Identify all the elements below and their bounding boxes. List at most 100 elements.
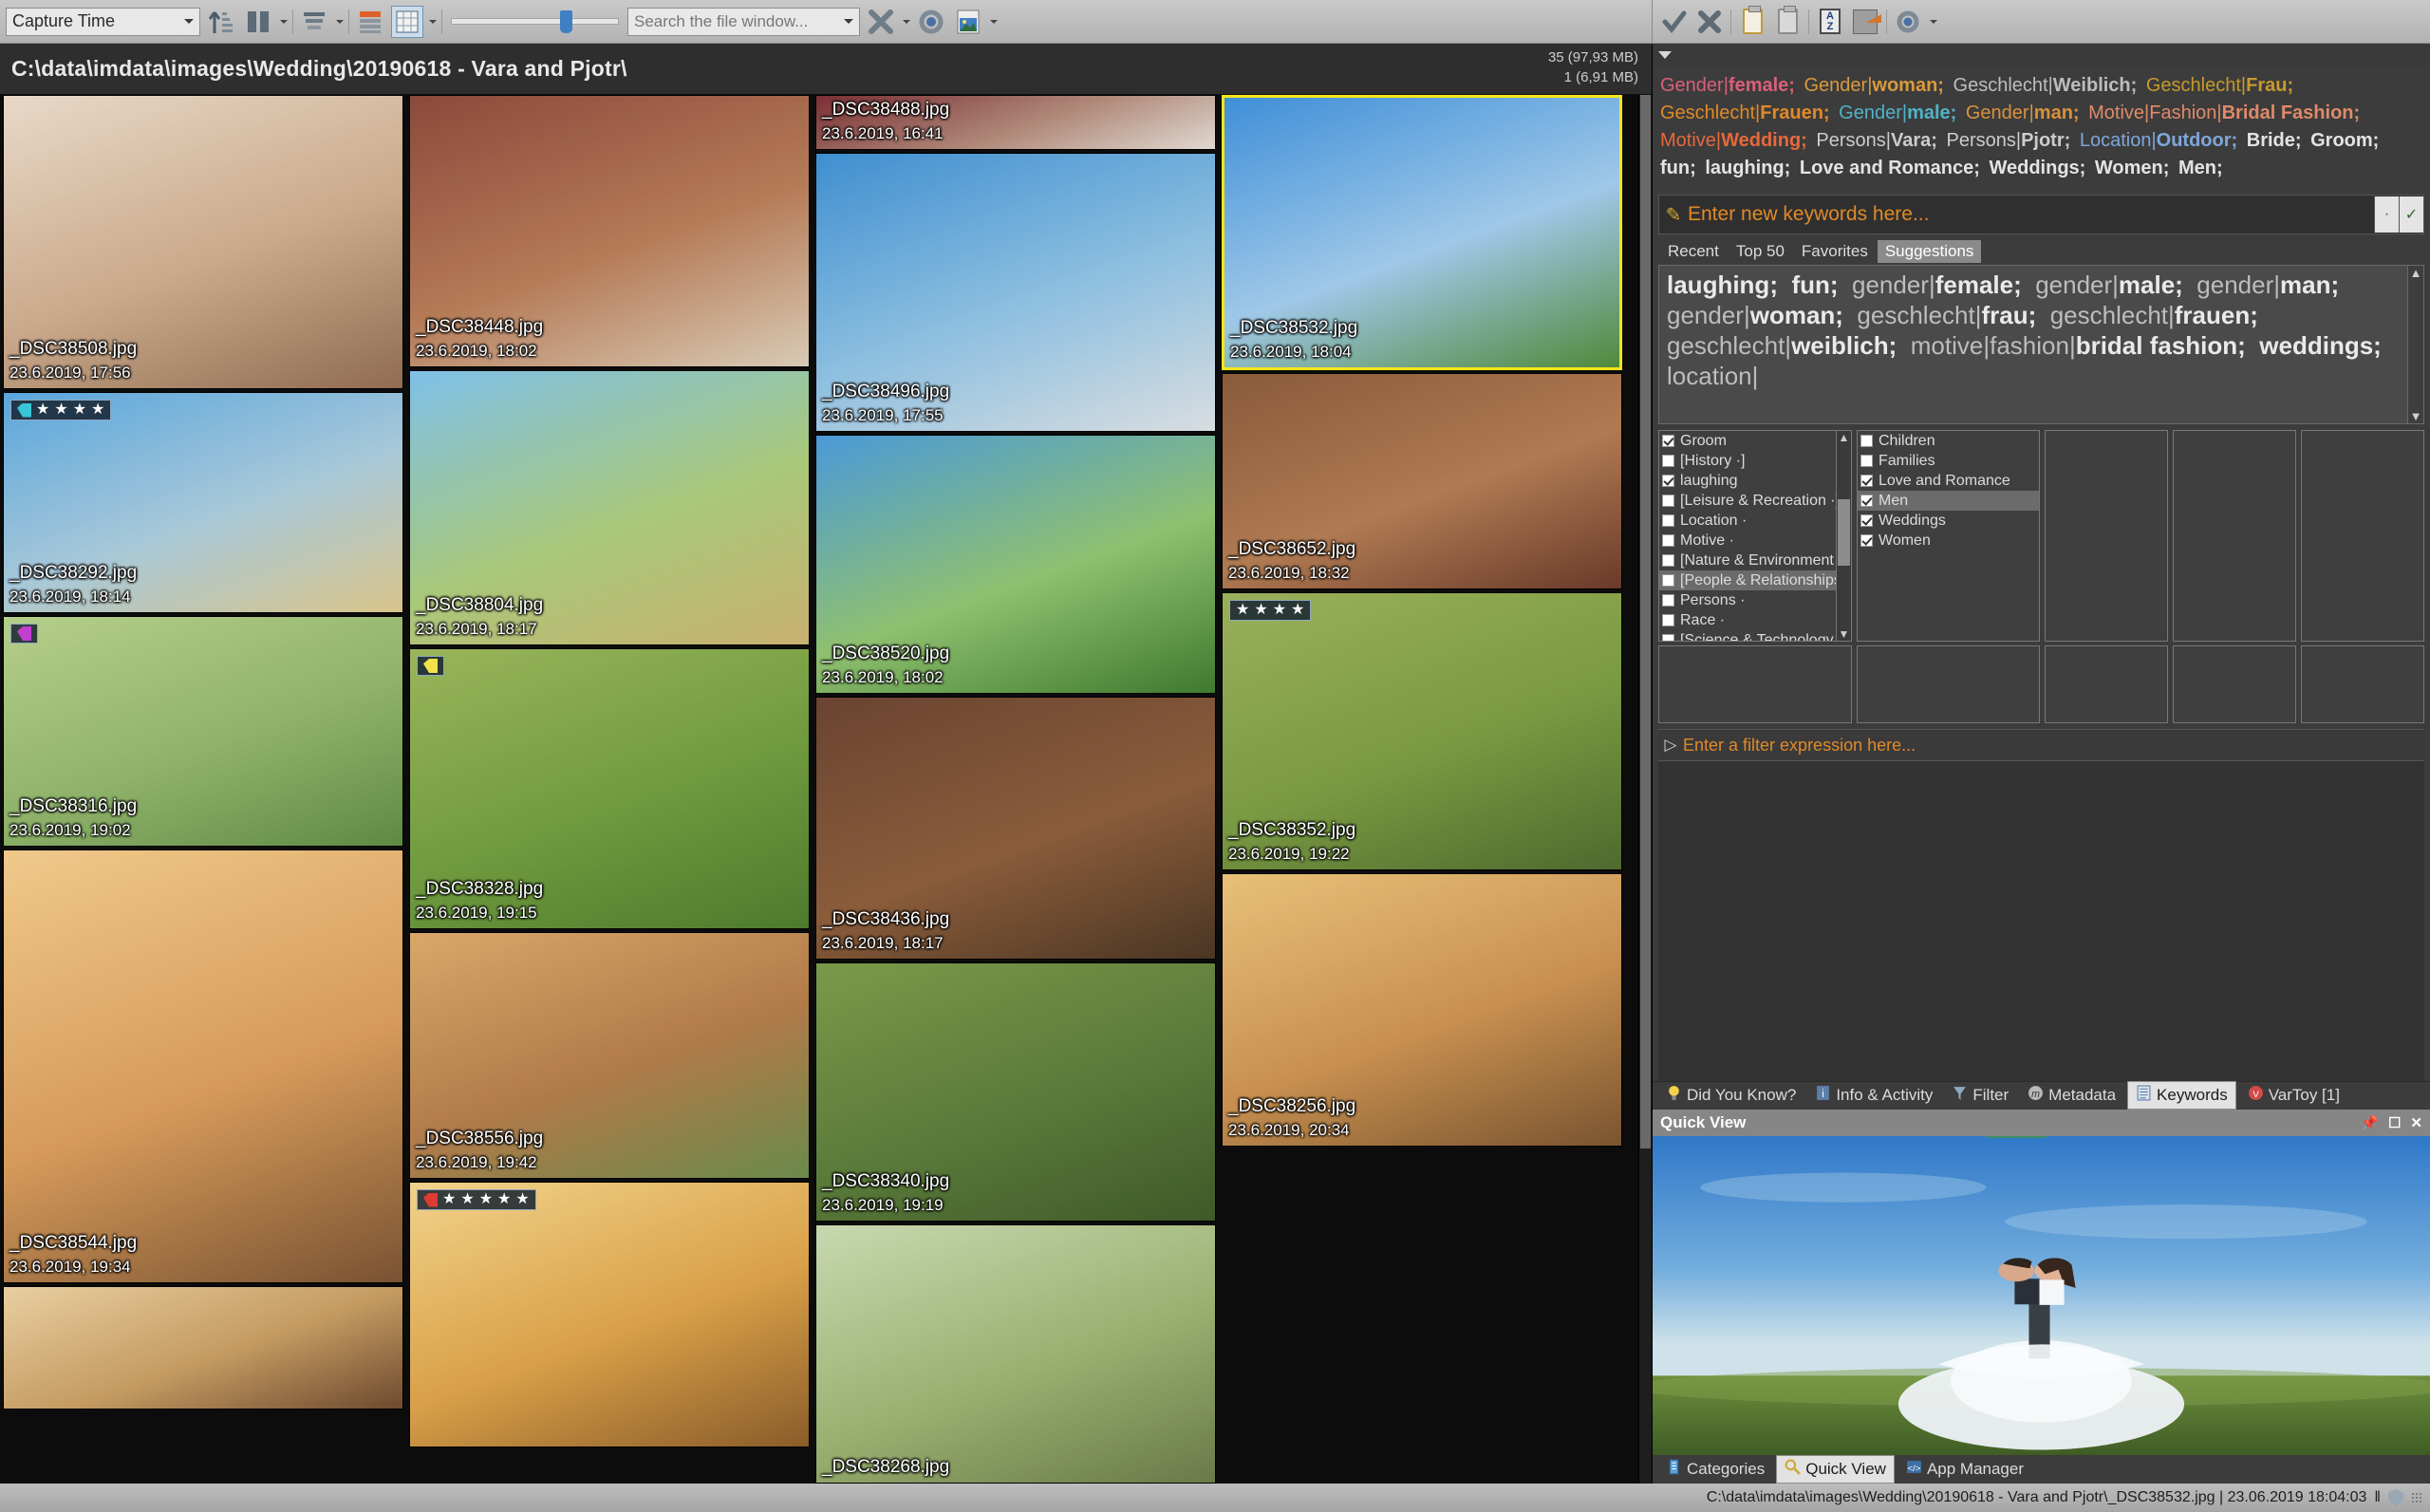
- keyword-tree-row2-column-1[interactable]: [1658, 645, 1852, 723]
- checkbox[interactable]: [1662, 574, 1674, 587]
- checkbox[interactable]: [1662, 455, 1674, 467]
- suggestion-item[interactable]: laughing;: [1667, 271, 1791, 299]
- scroll-down-icon[interactable]: ▼: [2410, 409, 2422, 423]
- keyword-tree-item[interactable]: [Science & Technology ·]: [1659, 630, 1851, 641]
- applied-keyword[interactable]: Men;: [2178, 158, 2223, 178]
- slider-knob[interactable]: [560, 9, 572, 33]
- thumbnail-item[interactable]: _DSC38804.jpg 23.6.2019, 18:17: [409, 370, 810, 645]
- thumbnail-badge[interactable]: [10, 624, 38, 644]
- panel-tab-info-activity[interactable]: i Info & Activity: [1807, 1082, 1940, 1109]
- applied-keyword[interactable]: fun;: [1660, 158, 1696, 178]
- keyword-tree-column-5[interactable]: [2301, 430, 2424, 642]
- thumbnail-item[interactable]: ★ ★ ★ ★ _DSC38292.jpg 23.6.2019, 18:14: [3, 392, 403, 613]
- panel-tab-did-you-know-[interactable]: Did You Know?: [1658, 1082, 1804, 1109]
- thumbnail-badge[interactable]: ★ ★ ★ ★ ★: [417, 1189, 536, 1210]
- rating-star-icon[interactable]: ★: [1236, 603, 1249, 618]
- checkbox[interactable]: [1860, 435, 1873, 447]
- rating-star-icon[interactable]: ★: [515, 1192, 529, 1207]
- grid-scrollbar[interactable]: [1638, 95, 1652, 1484]
- rating-star-icon[interactable]: ★: [460, 1192, 474, 1207]
- thumbnail-badge[interactable]: [417, 656, 444, 676]
- checkmark-icon[interactable]: [1660, 8, 1689, 36]
- rating-star-icon[interactable]: ★: [73, 402, 86, 418]
- panel-tab-filter[interactable]: Filter: [1944, 1082, 2016, 1109]
- keyword-tree-row2-column-2[interactable]: [1857, 645, 2040, 723]
- paste-clipboard-icon[interactable]: [1773, 6, 1802, 36]
- keyword-tab-favorites[interactable]: Favorites: [1794, 240, 1876, 263]
- checkbox[interactable]: [1860, 514, 1873, 527]
- applied-keyword[interactable]: Gender|female;: [1660, 75, 1795, 96]
- keyword-tab-top-50[interactable]: Top 50: [1729, 240, 1792, 263]
- keyword-tree-item[interactable]: Weddings: [1858, 511, 2039, 531]
- bottom-tab-app-manager[interactable]: </> App Manager: [1898, 1456, 2031, 1483]
- applied-keyword[interactable]: Women;: [2095, 158, 2170, 178]
- applied-keyword[interactable]: laughing;: [1705, 158, 1790, 178]
- thumbnail-item[interactable]: [3, 1286, 403, 1409]
- chevron-down-icon[interactable]: [1930, 19, 1937, 24]
- keyword-panel-header[interactable]: [1653, 44, 2430, 66]
- checkbox[interactable]: [1662, 554, 1674, 567]
- chevron-down-icon[interactable]: [1658, 51, 1672, 59]
- sort-az-icon[interactable]: AZ: [1816, 8, 1844, 36]
- keyword-tree-item[interactable]: Race ·: [1659, 610, 1851, 630]
- copy-clipboard-icon[interactable]: [1738, 6, 1766, 36]
- thumbnail-item[interactable]: _DSC38268.jpg: [815, 1224, 1216, 1484]
- checkbox[interactable]: [1860, 534, 1873, 547]
- thumbnail-item[interactable]: _DSC38496.jpg 23.6.2019, 17:55: [815, 153, 1216, 432]
- keyword-tree-item[interactable]: Love and Romance: [1858, 471, 2039, 491]
- applied-keyword[interactable]: Geschlecht|Weiblich;: [1953, 75, 2138, 96]
- applied-keyword[interactable]: Gender|man;: [1966, 103, 2080, 123]
- grid-scrollbar-thumb[interactable]: [1640, 95, 1651, 1148]
- rating-star-icon[interactable]: ★: [497, 1192, 511, 1207]
- suggestion-item[interactable]: fun;: [1791, 271, 1852, 299]
- maximize-icon[interactable]: ☐: [2388, 1114, 2401, 1131]
- import-arrow-icon[interactable]: [1851, 8, 1879, 36]
- thumbnail-item[interactable]: ★ ★ ★ ★ ★: [409, 1182, 810, 1447]
- checkbox[interactable]: [1662, 495, 1674, 507]
- chevron-down-icon[interactable]: [903, 19, 910, 24]
- keyword-tree-item[interactable]: [History ·]: [1659, 451, 1851, 471]
- color-tag-icon[interactable]: [423, 1192, 438, 1207]
- color-tag-icon[interactable]: [423, 659, 438, 673]
- new-keyword-field[interactable]: ✎ Enter new keywords here... · ✓: [1658, 195, 2424, 234]
- panel-tab-metadata[interactable]: m Metadata: [2020, 1082, 2123, 1109]
- suggestions-scrollbar[interactable]: ▲ ▼: [2407, 266, 2423, 423]
- keyword-tree-item[interactable]: Families: [1858, 451, 2039, 471]
- keyword-tree-column-4[interactable]: [2173, 430, 2296, 642]
- suggestions-box[interactable]: laughing; fun; gender|female; gender|mal…: [1658, 265, 2424, 424]
- pin-icon[interactable]: 📌: [2361, 1114, 2379, 1131]
- rating-star-icon[interactable]: ★: [54, 402, 67, 418]
- detail-view-icon[interactable]: [354, 6, 386, 38]
- thumbnail-item[interactable]: _DSC38256.jpg 23.6.2019, 20:34: [1222, 873, 1622, 1147]
- color-tag-icon[interactable]: [17, 626, 31, 641]
- tree1-scrollbar-thumb[interactable]: [1838, 499, 1850, 566]
- chevron-down-icon[interactable]: [990, 19, 998, 24]
- suggestion-item[interactable]: gender|woman;: [1667, 301, 1857, 329]
- panel-tab-keywords[interactable]: Keywords: [2127, 1081, 2236, 1110]
- face-label-pjotr[interactable]: Pjotr: [1986, 1135, 2047, 1138]
- thumbnail-item[interactable]: _DSC38488.jpg 23.6.2019, 16:41: [815, 95, 1216, 151]
- chevron-down-icon[interactable]: [844, 19, 853, 24]
- applied-keyword[interactable]: Gender|woman;: [1804, 75, 1944, 96]
- thumbnail-badge[interactable]: ★ ★ ★ ★: [1229, 600, 1312, 621]
- rating-star-icon[interactable]: ★: [1273, 603, 1286, 618]
- applied-keyword[interactable]: Location|Outdoor;: [2080, 130, 2237, 151]
- shield-icon[interactable]: [2388, 1488, 2403, 1507]
- keyword-tree-item[interactable]: Persons ·: [1659, 590, 1851, 610]
- checkbox[interactable]: [1662, 475, 1674, 487]
- image-settings-icon[interactable]: [952, 6, 984, 38]
- keyword-tab-recent[interactable]: Recent: [1660, 240, 1727, 263]
- rating-star-icon[interactable]: ★: [1254, 603, 1267, 618]
- bottom-tab-categories[interactable]: Categories: [1658, 1456, 1772, 1483]
- thumbnail-item[interactable]: _DSC38436.jpg 23.6.2019, 18:17: [815, 696, 1216, 961]
- keyword-tab-suggestions[interactable]: Suggestions: [1877, 240, 1982, 263]
- chevron-down-icon[interactable]: [280, 19, 288, 24]
- keyword-tree-item[interactable]: Men: [1858, 491, 2039, 511]
- rating-star-icon[interactable]: ★: [479, 1192, 493, 1207]
- applied-keyword[interactable]: Persons|Vara;: [1816, 130, 1937, 151]
- keyword-tree-row2-column-3[interactable]: [2045, 645, 2168, 723]
- applied-keyword[interactable]: Bride;: [2247, 130, 2302, 151]
- thumbnail-item[interactable]: _DSC38556.jpg 23.6.2019, 19:42: [409, 932, 810, 1179]
- suggestion-item[interactable]: geschlecht|frau;: [1857, 301, 2049, 329]
- checkbox[interactable]: [1662, 594, 1674, 607]
